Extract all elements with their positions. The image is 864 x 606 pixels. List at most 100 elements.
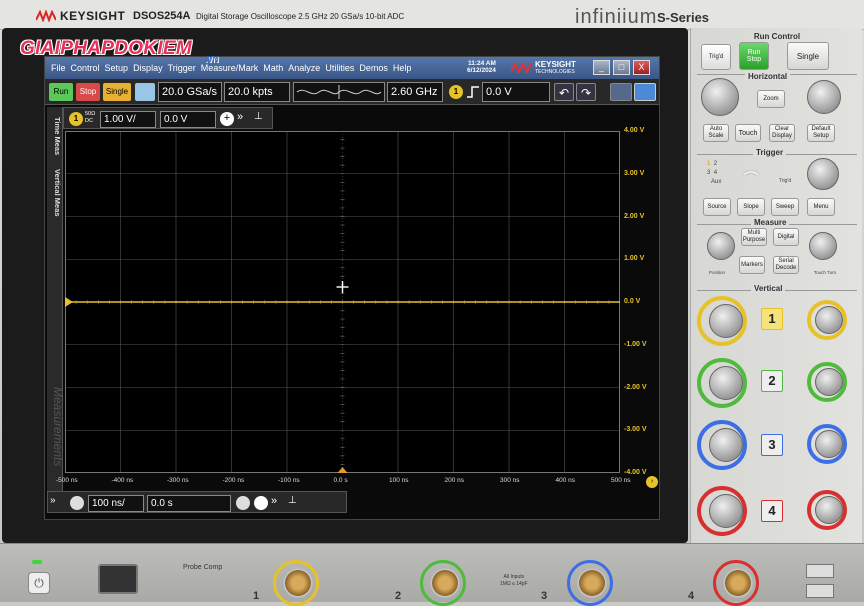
position-knob[interactable]	[707, 232, 735, 260]
trigger-level-field[interactable]: 0.0 V	[482, 82, 550, 102]
pin-icon[interactable]: ⊥	[254, 111, 263, 122]
timebase-settings-icon[interactable]	[254, 496, 268, 510]
layout-icon[interactable]	[610, 83, 632, 101]
touch-button[interactable]: Touch	[735, 124, 761, 142]
trigger-rising-edge-icon[interactable]	[466, 85, 480, 99]
ch2-scale-knob[interactable]	[709, 366, 743, 400]
timebase-more-icon[interactable]: »	[271, 495, 277, 507]
ch3-scale-knob[interactable]	[709, 428, 743, 462]
input-3-bnc[interactable]	[577, 568, 607, 598]
vertical-offset-field[interactable]: 0.0 V	[160, 111, 216, 128]
input-1-bnc[interactable]	[283, 568, 313, 598]
logo-subtext: TECHNOLOGIES	[535, 69, 575, 75]
ch2-offset-knob[interactable]	[815, 368, 843, 396]
run-button[interactable]: Run	[49, 83, 73, 101]
time-scroll-right-icon[interactable]: ›	[646, 476, 658, 488]
clear-display-button[interactable]: Clear Display	[769, 124, 795, 142]
usb-storage-slot[interactable]	[98, 564, 138, 594]
vertical-scale-field[interactable]: 1.00 V/	[100, 111, 156, 128]
ch1-scale-knob[interactable]	[709, 304, 743, 338]
menu-help[interactable]: Help	[393, 63, 412, 73]
menu-analyze[interactable]: Analyze	[288, 63, 320, 73]
serial-decode-button[interactable]: Serial Decode	[773, 256, 799, 274]
trigger-channel-badge[interactable]: 1	[449, 85, 463, 99]
memory-depth-field[interactable]: 20.0 kpts	[224, 82, 290, 102]
menu-file[interactable]: File	[51, 63, 66, 73]
channel-input-settings: 50Ω DC	[85, 111, 95, 125]
horizontal-scale-knob[interactable]	[701, 78, 739, 116]
input-2-bnc[interactable]	[430, 568, 460, 598]
watermark-text: GIAIPHAPDOKIEM	[20, 38, 193, 59]
channel-badge[interactable]: 1	[69, 112, 83, 126]
menu-demos[interactable]: Demos	[359, 63, 388, 73]
menu-math[interactable]: Math	[263, 63, 283, 73]
menu-measure-mark[interactable]: Measure/Mark	[201, 63, 259, 73]
trigger-level-knob[interactable]	[807, 158, 839, 190]
logo-text: KEYSIGHT	[535, 60, 576, 69]
autoscale-icon[interactable]	[135, 83, 155, 101]
ch4-offset-knob[interactable]	[815, 496, 843, 524]
tab-vertical-meas[interactable]: Vertical Meas	[48, 163, 62, 223]
single-button[interactable]: Single	[103, 83, 131, 101]
sample-rate-field[interactable]: 20.0 GSa/s	[158, 82, 222, 102]
measure-toolbar-icon[interactable]	[634, 83, 656, 101]
menu-display[interactable]: Display	[133, 63, 163, 73]
horizontal-position-knob[interactable]	[807, 80, 841, 114]
undo-icon[interactable]: ↶	[554, 83, 574, 101]
menu-utilities[interactable]: Utilities	[325, 63, 354, 73]
close-button[interactable]: X	[633, 60, 650, 75]
single-panel-button[interactable]: Single	[787, 42, 829, 70]
waveform-plot[interactable]	[65, 131, 620, 473]
multi-purpose-button[interactable]: Multi Purpose	[741, 228, 767, 246]
trig-led-2: 2	[713, 161, 718, 167]
power-icon[interactable]: ⏻	[28, 572, 50, 594]
ch1-offset-knob[interactable]	[815, 306, 843, 334]
ch4-scale-knob[interactable]	[709, 494, 743, 528]
default-setup-button[interactable]: Default Setup	[807, 124, 835, 142]
expand-icon[interactable]: »	[237, 111, 243, 123]
x-tick-label: 200 ns	[444, 477, 465, 484]
redo-icon[interactable]: ↷	[576, 83, 596, 101]
x-tick-label: -100 ns	[278, 477, 300, 484]
menu-trigger[interactable]: Trigger	[168, 63, 196, 73]
ch3-button[interactable]: 3	[761, 434, 783, 456]
timebase-knob-icon[interactable]	[70, 496, 84, 510]
restore-button[interactable]: □	[613, 60, 630, 75]
source-button[interactable]: Source	[703, 198, 731, 216]
menu-button[interactable]: Menu	[807, 198, 835, 216]
usb-port-1[interactable]	[806, 564, 834, 578]
minimize-button[interactable]: _	[593, 60, 610, 75]
usb-port-2[interactable]	[806, 584, 834, 598]
ch1-button[interactable]: 1	[761, 308, 783, 330]
run-stop-button[interactable]: Run Stop	[739, 42, 769, 70]
digital-button[interactable]: Digital	[773, 228, 799, 246]
add-channel-icon[interactable]: +	[220, 112, 234, 126]
stop-button[interactable]: Stop	[76, 83, 100, 101]
ch3-offset-knob[interactable]	[815, 430, 843, 458]
sweep-button[interactable]: Sweep	[771, 198, 799, 216]
touch-turn-knob[interactable]	[809, 232, 837, 260]
clock-date: 6/12/2024	[467, 67, 496, 74]
slope-button[interactable]: Slope	[737, 198, 765, 216]
ch4-button[interactable]: 4	[761, 500, 783, 522]
ch2-button[interactable]: 2	[761, 370, 783, 392]
time-position-field[interactable]: 0.0 s	[147, 495, 231, 512]
bandwidth-filter-icon[interactable]	[293, 82, 385, 102]
timebase-pin-icon[interactable]: ⊥	[288, 495, 297, 506]
input-4-bnc[interactable]	[723, 568, 753, 598]
time-scale-field[interactable]: 100 ns/	[88, 495, 144, 512]
x-tick-label: -400 ns	[111, 477, 134, 484]
auto-scale-button[interactable]: Auto Scale	[703, 124, 729, 142]
instrument-header: KEYSIGHT DSOS254A Digital Storage Oscill…	[0, 0, 864, 30]
tab-time-meas[interactable]: Time Meas	[48, 111, 62, 161]
menu-setup[interactable]: Setup	[105, 63, 129, 73]
timebase-expand-icon[interactable]: »	[50, 495, 56, 506]
trigd-indicator: Trig'd	[701, 44, 731, 70]
bandwidth-field[interactable]: 2.60 GHz	[387, 82, 443, 102]
menu-control[interactable]: Control	[71, 63, 100, 73]
x-tick-label: 0.0 s	[333, 477, 348, 484]
zoom-button[interactable]: Zoom	[757, 90, 785, 108]
markers-button[interactable]: Markers	[739, 256, 765, 274]
trig-led-4: 4	[713, 170, 718, 176]
zoom-knob-icon[interactable]	[236, 496, 250, 510]
